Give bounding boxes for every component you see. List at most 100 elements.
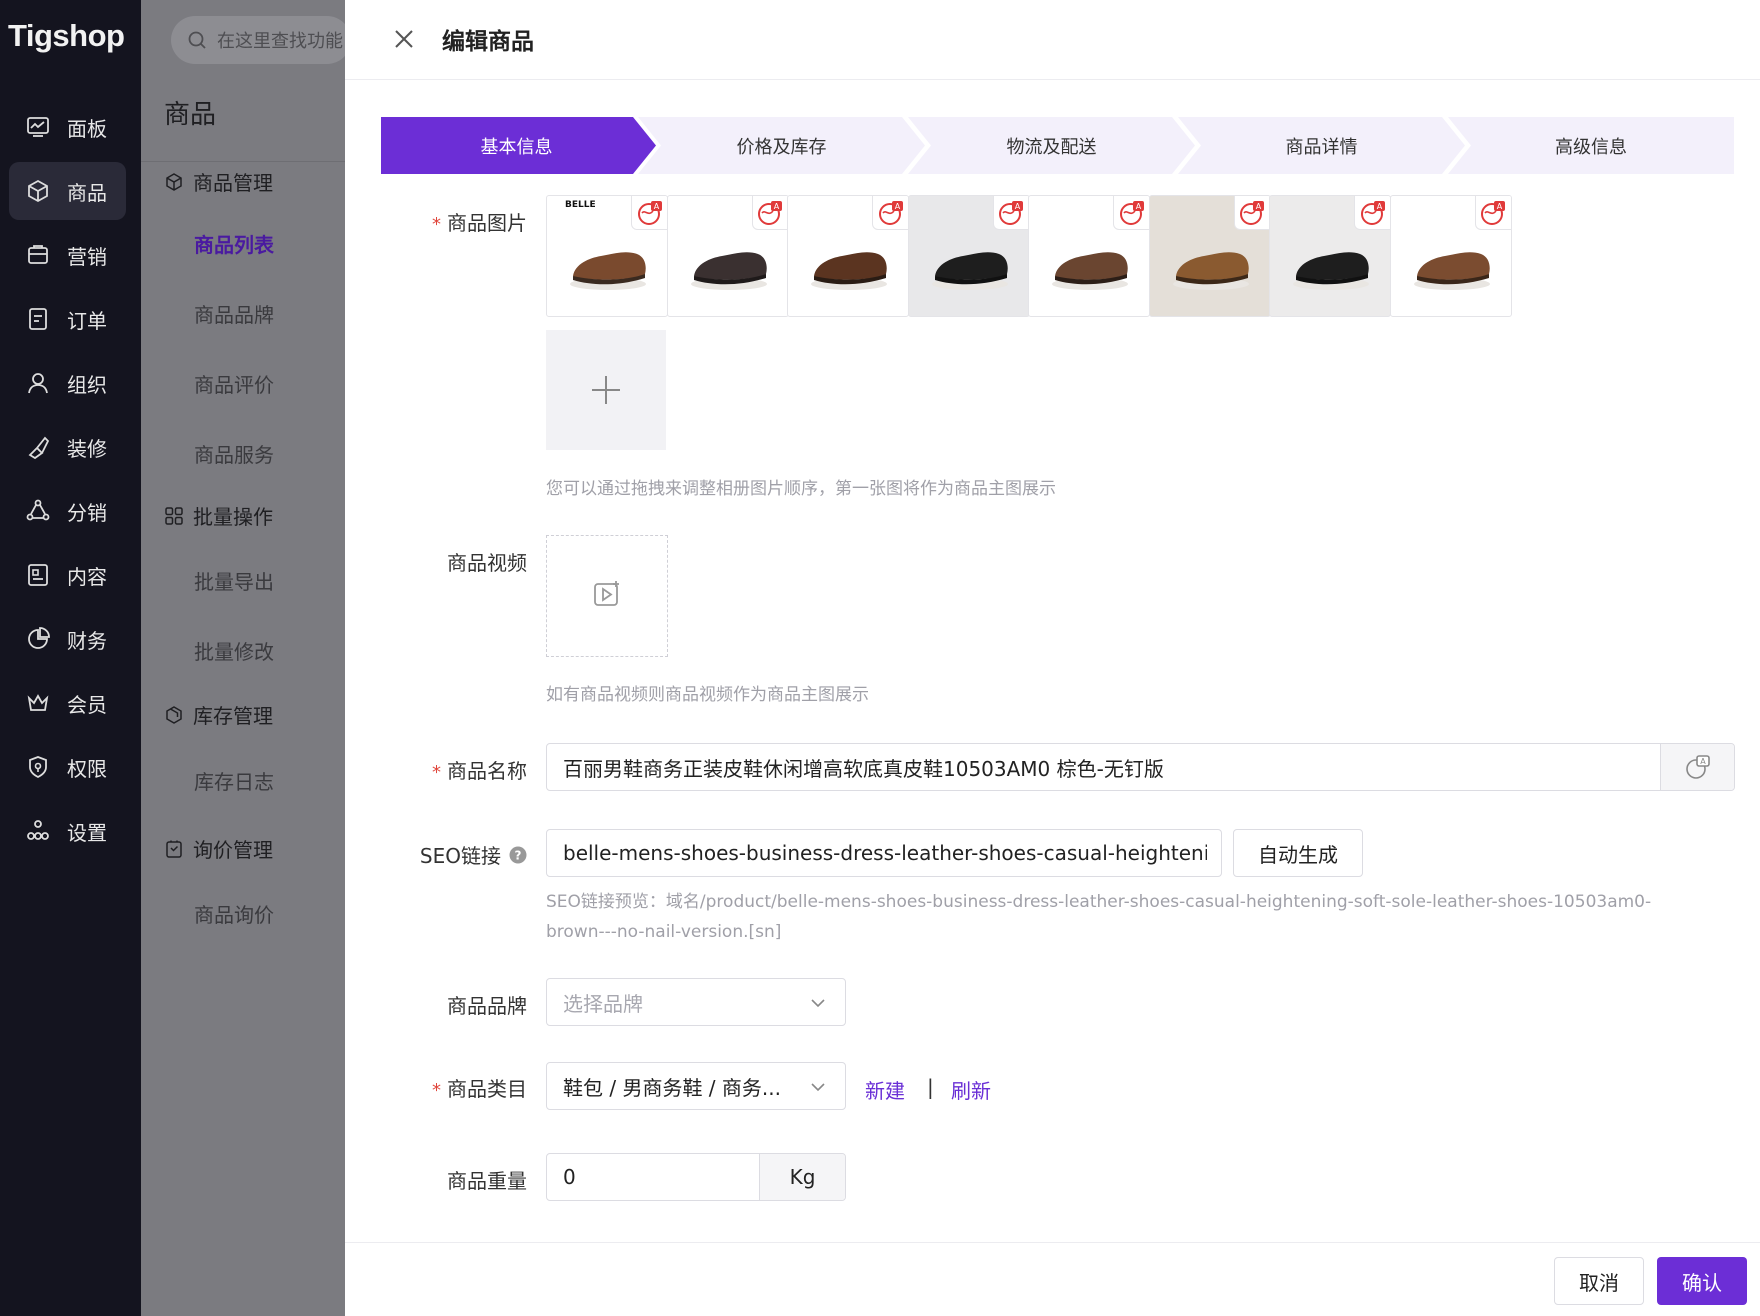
category-select[interactable]: 鞋包 / 男商务鞋 / 商务... [546,1062,846,1110]
sub-nav-product-review[interactable]: 商品评价 [194,369,274,398]
product-image-thumb[interactable]: BELLE A [546,195,668,317]
category-label: * 商品类目 [432,1077,527,1101]
grid-icon [164,506,184,526]
product-image-thumb[interactable]: A [666,195,789,317]
inquiry-icon [164,839,184,859]
images-hint: 您可以通过拖拽来调整相册图片顺序，第一张图将作为商品主图展示 [546,479,1056,499]
product-image-thumb[interactable]: A [1148,195,1271,317]
rail-item[interactable]: 装修 [9,418,126,476]
sub-nav-stock-log[interactable]: 库存日志 [194,766,274,795]
sub-nav-batch-export[interactable]: 批量导出 [194,566,274,595]
translate-icon[interactable]: A [1660,744,1734,790]
rail-item[interactable]: 权限 [9,738,126,796]
close-icon[interactable] [391,26,417,52]
rail-item[interactable]: 分销 [9,482,126,540]
ai-translate-badge-icon[interactable]: A [751,196,788,230]
help-icon[interactable]: ? [509,846,527,864]
group-product-management[interactable]: 商品管理 [164,167,273,196]
sub-nav-product-inquiry[interactable]: 商品询价 [194,899,274,928]
seo-link-input[interactable]: belle-mens-shoes-business-dress-leather-… [546,829,1222,877]
sub-nav-divider [141,161,345,162]
rail-item[interactable]: 营销 [9,226,126,284]
user-icon [25,370,51,396]
svg-text:A: A [1256,202,1262,211]
rail-item[interactable]: 商品 [9,162,126,220]
drawer-footer: 取消 确认 [345,1242,1760,1316]
svg-text:A: A [1015,202,1021,211]
settings-icon [25,818,51,844]
svg-text:A: A [774,202,780,211]
brand-watermark: BELLE [565,200,596,210]
sub-nav-batch-modify[interactable]: 批量修改 [194,636,274,665]
rail-item-label: 面板 [67,116,107,141]
images-label: * 商品图片 [432,211,527,235]
sub-nav-product-service[interactable]: 商品服务 [194,439,274,468]
step-advanced[interactable]: 高级信息 [1448,117,1734,174]
auto-generate-button[interactable]: 自动生成 [1233,829,1363,877]
drawer-title: 编辑商品 [442,29,534,55]
category-separator: | [927,1075,934,1099]
product-image-thumb[interactable]: A [907,195,1030,317]
group-batch-operations[interactable]: 批量操作 [164,501,273,530]
rail-item[interactable]: 组织 [9,354,126,412]
weight-label: 商品重量 [447,1169,527,1193]
rail-item[interactable]: 内容 [9,546,126,604]
product-image-thumb[interactable]: A [1389,195,1512,317]
rail-item[interactable]: 订单 [9,290,126,348]
weight-unit: Kg [759,1154,845,1200]
search-placeholder: 在这里查找功能 [217,31,343,52]
ai-translate-badge-icon[interactable]: A [1354,196,1390,230]
marketing-icon [25,242,51,268]
share-icon [25,498,51,524]
video-hint: 如有商品视频则商品视频作为商品主图展示 [546,685,869,705]
weight-input[interactable]: 0 Kg [546,1153,846,1201]
sub-nav-product-brand[interactable]: 商品品牌 [194,299,274,328]
ai-translate-badge-icon[interactable]: A [1233,196,1270,230]
rail-item-label: 商品 [67,180,107,205]
svg-text:A: A [1376,202,1382,211]
rail-item-label: 分销 [67,500,107,525]
ai-translate-badge-icon[interactable]: A [992,196,1029,230]
step-price-stock[interactable]: 价格及库存 [638,117,925,174]
rail-item[interactable]: 财务 [9,610,126,668]
rail-item-label: 装修 [67,436,107,461]
order-icon [25,306,51,332]
group-inquiry-management[interactable]: 询价管理 [164,834,273,863]
ai-translate-badge-icon[interactable]: A [872,196,908,230]
step-basic-info[interactable]: 基本信息 [381,117,656,174]
cancel-button[interactable]: 取消 [1554,1257,1644,1305]
chevron-down-icon [809,993,827,1017]
rail-item-label: 权限 [67,756,107,781]
category-refresh-link[interactable]: 刷新 [951,1075,991,1104]
rail-item-label: 设置 [67,820,107,845]
step-details[interactable]: 商品详情 [1178,117,1465,174]
ai-translate-badge-icon[interactable]: A [1474,196,1511,230]
category-new-link[interactable]: 新建 [865,1075,905,1104]
rail-item[interactable]: 会员 [9,674,126,732]
name-label: * 商品名称 [432,759,527,783]
step-logistics[interactable]: 物流及配送 [908,117,1195,174]
rail-item[interactable]: 面板 [9,98,126,156]
search-input[interactable]: 在这里查找功能 [171,16,351,64]
confirm-button[interactable]: 确认 [1657,1257,1747,1305]
add-image-button[interactable] [546,330,666,450]
upload-video-button[interactable] [546,535,668,657]
product-name-input[interactable]: 百丽男鞋商务正装皮鞋休闲增高软底真皮鞋10503AM0 棕色-无钉版 A [546,743,1735,791]
product-image-thumb[interactable]: A [1269,195,1391,317]
logo[interactable]: Tigshop [8,18,125,54]
product-image-thumb[interactable]: A [787,195,909,317]
rail-item-label: 会员 [67,692,107,717]
product-image-thumb[interactable]: A [1028,195,1150,317]
rail-item[interactable]: 设置 [9,802,126,860]
rail-item-label: 财务 [67,628,107,653]
sub-nav-title: 商品 [164,100,217,130]
seo-label: SEO链接 ? [345,840,527,869]
ai-translate-badge-icon[interactable]: A [631,196,667,230]
cube-icon [164,172,184,192]
svg-text:A: A [1497,202,1503,211]
brand-select[interactable]: 选择品牌 [546,978,846,1026]
sub-nav-product-list[interactable]: 商品列表 [194,229,274,258]
ai-translate-badge-icon[interactable]: A [1113,196,1149,230]
group-inventory-management[interactable]: 库存管理 [164,700,273,729]
shield-icon [25,754,51,780]
